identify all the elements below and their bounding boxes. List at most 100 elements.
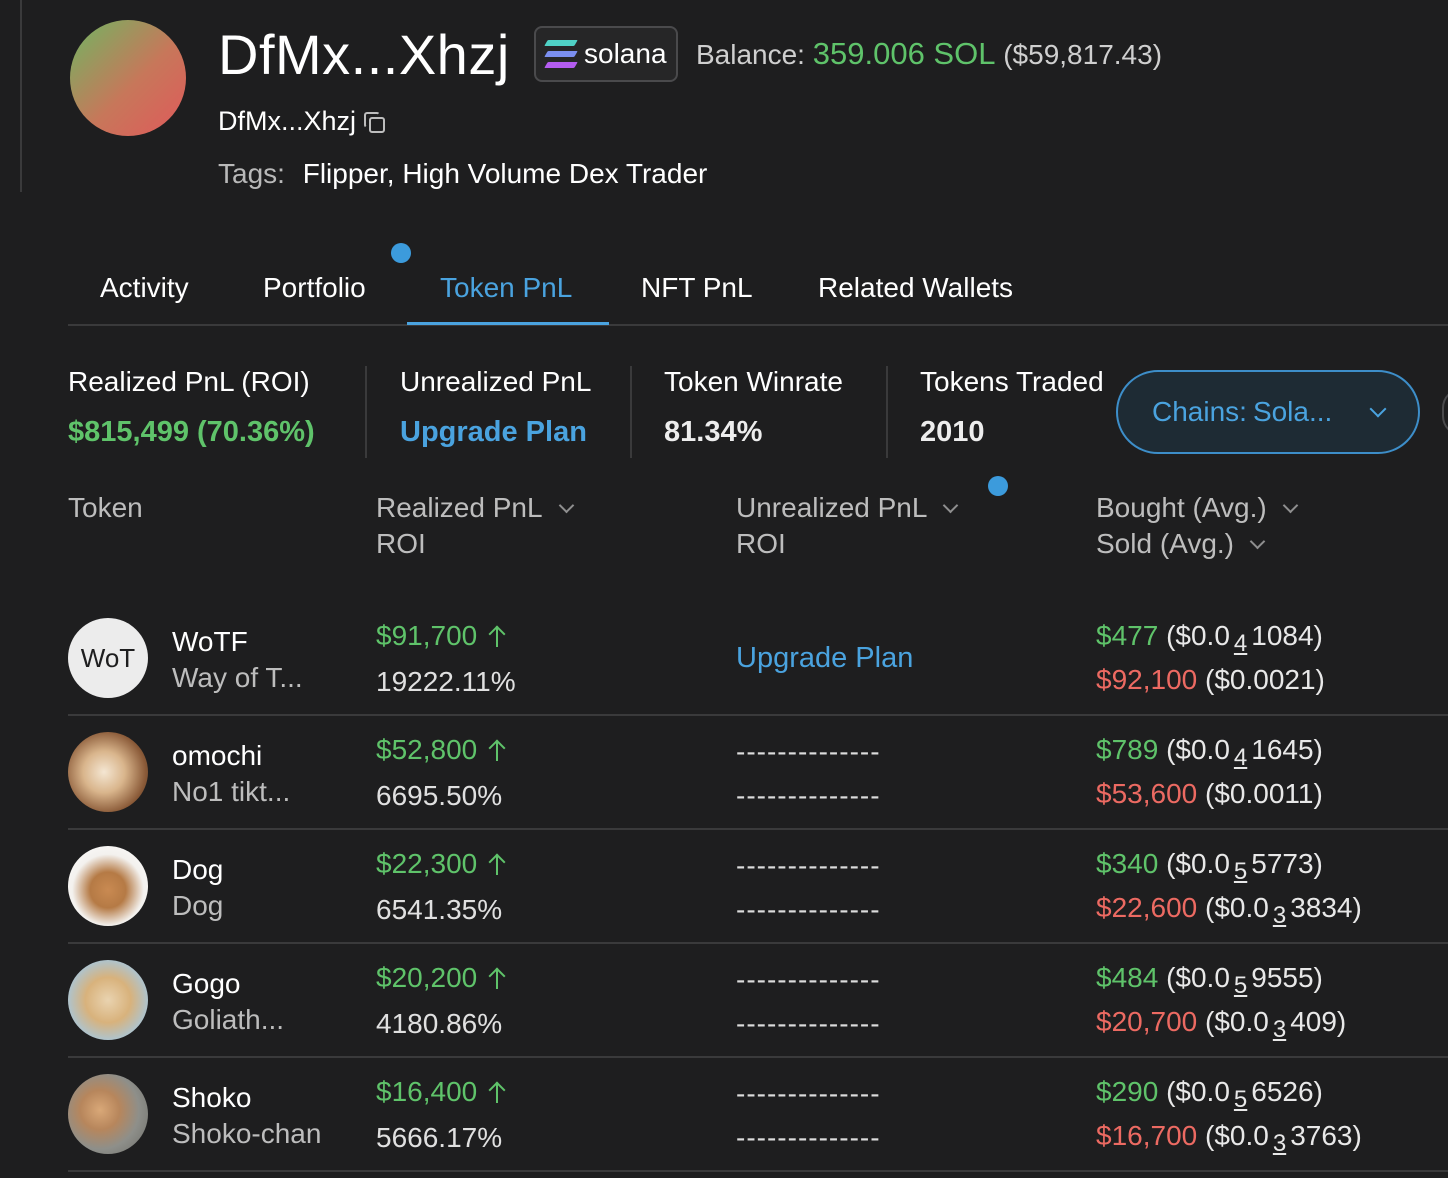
sold-price: ($0.0011) [1205,778,1323,809]
table-row[interactable]: Shoko Shoko-chan $16,400 5666.17% ------… [0,1058,1448,1172]
sold-avg: $22,600 ($0.0 3 3834) [1096,892,1362,929]
token-avatar [68,1074,148,1154]
notification-dot [988,476,1008,496]
zero-count: 5 [1233,858,1248,885]
chains-filter-dropdown[interactable]: Chains: Sola... [1116,370,1420,454]
tab-portfolio[interactable]: Portfolio [263,272,366,304]
price-suffix: 5773) [1251,848,1323,879]
unrealized-roi: -------------- [736,1008,881,1039]
bought-value: $484 [1096,962,1159,993]
price-prefix: ($0.0 [1166,848,1230,879]
header-unrealized-pnl[interactable]: Unrealized PnL ROI [736,490,959,562]
chevron-down-icon [558,497,574,514]
header-realized-label: Realized PnL [376,492,543,523]
chains-filter-label: Chains: [1152,396,1247,427]
token-symbol: Gogo [172,968,241,999]
price-suffix: 1084) [1251,620,1323,651]
notification-dot [391,243,411,263]
header-bought-sold[interactable]: Bought (Avg.) Sold (Avg.) [1096,490,1298,562]
tab-nft-pnl[interactable]: NFT PnL [641,272,753,304]
stat-tokens-traded: Tokens Traded 2010 [920,366,1104,449]
wallet-address: DfMx...Xhzj [218,106,357,136]
wallet-avatar [70,20,186,136]
tab-bar: Activity Portfolio Token PnL NFT PnL Rel… [68,262,1448,326]
table-row[interactable]: WoT WoTF Way of T... $91,700 19222.11% U… [0,602,1448,716]
realized-pnl: $52,800 [376,734,505,766]
chevron-down-icon [1249,533,1266,550]
zero-count: 4 [1233,630,1248,657]
arrow-up-icon [489,853,505,875]
sold-price: ($0.0 3 3834) [1205,892,1362,929]
zero-count: 3 [1272,902,1287,929]
tags-label: Tags: [218,158,285,189]
price-suffix: 6526) [1251,1076,1323,1107]
bought-avg: $340 ($0.0 5 5773) [1096,848,1323,885]
row-divider [68,1170,1448,1172]
header-realized-sub: ROI [376,528,426,559]
realized-roi: 19222.11% [376,666,516,697]
balance-sol: 359.006 SOL [812,36,996,71]
tab-activity[interactable]: Activity [100,272,189,304]
realized-roi: 6695.50% [376,780,503,811]
sold-avg: $20,700 ($0.0 3 409) [1096,1006,1346,1043]
table-row[interactable]: omochi No1 tikt... $52,800 6695.50% ----… [0,716,1448,830]
arrow-up-icon [489,967,505,989]
upgrade-plan-link[interactable]: Upgrade Plan [736,642,913,675]
unrealized-roi: -------------- [736,1122,881,1153]
price-suffix: 1645) [1251,734,1323,765]
token-symbol: Dog [172,854,224,885]
upgrade-plan-link[interactable]: Upgrade Plan [400,416,591,449]
zero-count: 4 [1233,744,1248,771]
bought-value: $340 [1096,848,1159,879]
token-name: Shoko-chan [172,1118,322,1149]
balance-usd: ($59,817.43) [1003,39,1163,70]
price-suffix: 3763) [1290,1120,1362,1151]
table-row[interactable]: Dog Dog $22,300 6541.35% -------------- … [0,830,1448,944]
chain-badge[interactable]: solana [534,26,678,82]
token-avatar [68,846,148,926]
arrow-up-icon [489,739,505,761]
header-realized-pnl[interactable]: Realized PnL ROI [376,490,574,562]
tab-token-pnl[interactable]: Token PnL [440,272,572,304]
copy-icon[interactable] [364,111,386,133]
tab-related-wallets[interactable]: Related Wallets [818,272,1013,304]
divider [630,366,632,458]
tags-row: Tags: Flipper, High Volume Dex Trader [218,158,707,190]
bought-avg: $484 ($0.0 5 9555) [1096,962,1323,999]
stat-label: Unrealized PnL [400,366,592,397]
price-prefix: ($0.0 [1166,620,1230,651]
price-prefix: ($0.0 [1205,892,1269,923]
sold-value: $20,700 [1096,1006,1198,1037]
zero-count: 3 [1272,1130,1287,1157]
realized-pnl: $22,300 [376,848,505,880]
header-unrealized-sub: ROI [736,528,786,559]
bought-price: ($0.0 4 1084) [1166,620,1323,657]
price-prefix: ($0.0 [1205,1006,1269,1037]
stat-label: Realized PnL (ROI) [68,366,310,397]
token-name: No1 tikt... [172,776,291,807]
unrealized-pnl: -------------- [736,964,881,995]
left-divider [20,0,22,192]
bought-value: $477 [1096,620,1159,651]
arrow-up-icon [489,1081,505,1103]
price-suffix: 3834) [1290,892,1362,923]
chain-label: solana [584,38,667,69]
realized-pnl-value: $20,200 [376,962,478,993]
bought-price: ($0.0 4 1645) [1166,734,1323,771]
arrow-up-icon [489,625,505,647]
zero-count: 5 [1233,1086,1248,1113]
table-row[interactable]: Gogo Goliath... $20,200 4180.86% -------… [0,944,1448,1058]
header-bought-label: Bought (Avg.) [1096,492,1267,523]
balance-label: Balance: [696,39,805,70]
sold-price: ($0.0 3 409) [1205,1006,1346,1043]
sold-avg: $16,700 ($0.0 3 3763) [1096,1120,1362,1157]
price-prefix: ($0.0 [1166,734,1230,765]
chevron-down-icon [943,497,959,514]
unrealized-roi: -------------- [736,780,881,811]
bought-value: $290 [1096,1076,1159,1107]
token-avatar: WoT [68,618,148,698]
token-avatar-text: WoT [80,642,136,673]
tags-value: Flipper, High Volume Dex Trader [302,158,708,189]
bought-price: ($0.0 5 9555) [1166,962,1323,999]
divider [365,366,367,458]
